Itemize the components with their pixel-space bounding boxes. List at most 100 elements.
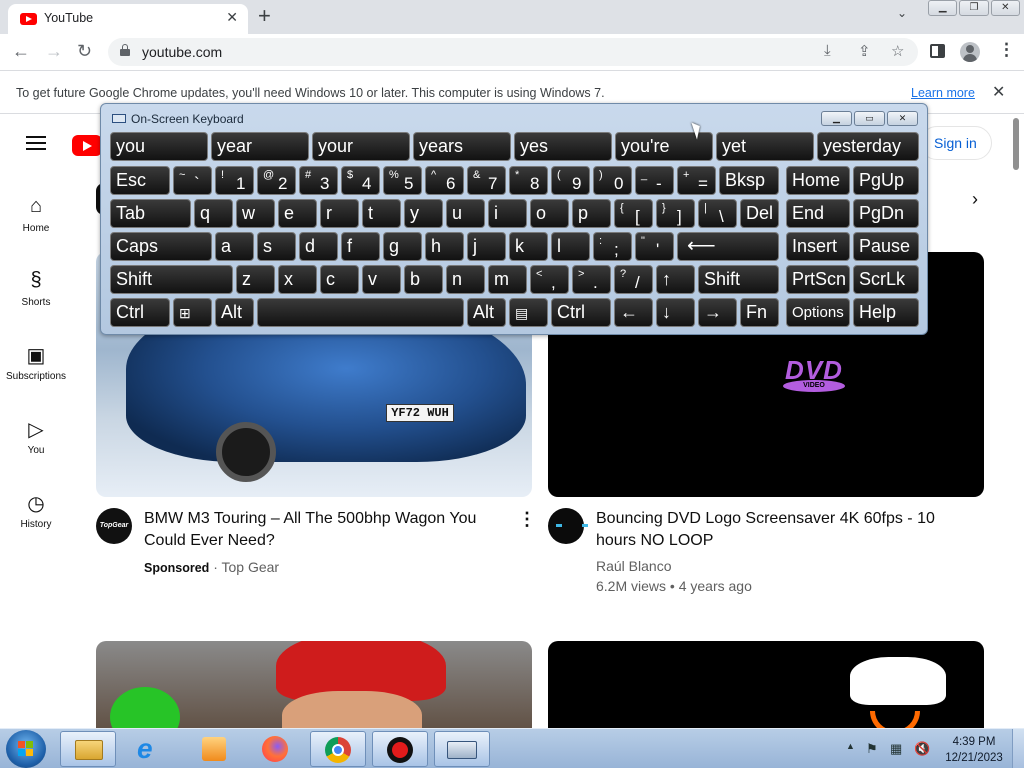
taskbar-on-screen-keyboard[interactable] [434, 731, 490, 767]
restore-icon[interactable]: ❐ [959, 0, 989, 16]
key-y[interactable]: y [404, 199, 443, 228]
key-period[interactable]: >. [572, 265, 611, 294]
key-tilde[interactable]: ~ ` [173, 166, 212, 195]
key-v[interactable]: v [362, 265, 401, 294]
channel-avatar-topgear[interactable]: TopGear [96, 508, 132, 544]
suggestion-key[interactable]: your [312, 132, 410, 161]
key-caps[interactable]: Caps [110, 232, 212, 261]
channel-avatar-raul[interactable] [548, 508, 588, 544]
tab-search-chevron-icon[interactable]: ⌄ [897, 6, 907, 20]
key-end[interactable]: End [786, 199, 850, 228]
key-tab[interactable]: Tab [110, 199, 191, 228]
key-shift-left[interactable]: Shift [110, 265, 233, 294]
suggestion-key[interactable]: year [211, 132, 309, 161]
key-x[interactable]: x [278, 265, 317, 294]
key-s[interactable]: s [257, 232, 296, 261]
youtube-logo[interactable] [72, 135, 102, 156]
suggestion-key[interactable]: you [110, 132, 208, 161]
key-esc[interactable]: Esc [110, 166, 170, 195]
scrollbar[interactable] [1013, 118, 1019, 170]
key-scrlk[interactable]: ScrLk [853, 265, 919, 294]
start-button[interactable] [6, 730, 46, 768]
key-n[interactable]: n [446, 265, 485, 294]
key-semicolon[interactable]: :; [593, 232, 632, 261]
sidebar-item-history[interactable]: ◷ History [0, 491, 72, 530]
key-pause[interactable]: Pause [853, 232, 919, 261]
key-arrow-up[interactable]: ↑ [656, 265, 695, 294]
key-ctrl-right[interactable]: Ctrl [551, 298, 611, 327]
key-home[interactable]: Home [786, 166, 850, 195]
key-bracket-left[interactable]: {[ [614, 199, 653, 228]
lock-icon[interactable] [120, 44, 130, 56]
key-7[interactable]: & 7 [467, 166, 506, 195]
key-backspace[interactable]: Bksp [719, 166, 779, 195]
key-f[interactable]: f [341, 232, 380, 261]
suggestion-key[interactable]: years [413, 132, 511, 161]
key-5[interactable]: % 5 [383, 166, 422, 195]
sign-in-button[interactable]: Sign in [920, 126, 992, 160]
sidebar-item-home[interactable]: ⌂ Home [0, 195, 72, 234]
sidebar-item-subscriptions[interactable]: ▣ Subscriptions [0, 343, 72, 382]
key-0[interactable]: ) 0 [593, 166, 632, 195]
key-pgup[interactable]: PgUp [853, 166, 919, 195]
key-l[interactable]: l [551, 232, 590, 261]
osk-close-icon[interactable]: ✕ [887, 111, 918, 126]
forward-icon[interactable]: → [45, 41, 63, 62]
key-2[interactable]: @2 [257, 166, 296, 195]
key-arrow-right[interactable]: → [698, 298, 737, 327]
hamburger-menu-icon[interactable] [26, 136, 46, 150]
key-w[interactable]: w [236, 199, 275, 228]
key-quote[interactable]: " ' [635, 232, 674, 261]
key-bracket-right[interactable]: }] [656, 199, 695, 228]
key-enter[interactable]: ⟵ [677, 232, 779, 261]
suggestion-key[interactable]: yet [716, 132, 814, 161]
learn-more-link[interactable]: Learn more [911, 86, 975, 100]
minimize-icon[interactable]: ▁ [928, 0, 958, 16]
new-tab-icon[interactable]: + [258, 3, 271, 29]
key-4[interactable]: $4 [341, 166, 380, 195]
key-options[interactable]: Options [786, 298, 850, 327]
key-j[interactable]: j [467, 232, 506, 261]
key-q[interactable]: q [194, 199, 233, 228]
suggestion-key[interactable]: yesterday [817, 132, 919, 161]
video-title[interactable]: BMW M3 Touring – All The 500bhp Wagon Yo… [144, 508, 494, 552]
sidebar-item-shorts[interactable]: § Shorts [0, 269, 72, 308]
key-z[interactable]: z [236, 265, 275, 294]
key-del[interactable]: Del [740, 199, 779, 228]
key-shift-right[interactable]: Shift [698, 265, 779, 294]
tray-expand-icon[interactable]: ▲ [846, 741, 855, 751]
video-thumbnail-4[interactable] [548, 641, 984, 728]
key-backslash[interactable]: | \ [698, 199, 737, 228]
key-fn[interactable]: Fn [740, 298, 779, 327]
key-windows[interactable]: ⊞ [173, 298, 212, 327]
key-h[interactable]: h [425, 232, 464, 261]
key-comma[interactable]: <, [530, 265, 569, 294]
share-icon[interactable]: ⇪ [858, 42, 871, 60]
key-prtscn[interactable]: PrtScn [786, 265, 850, 294]
channel-name[interactable]: Top Gear [222, 559, 280, 575]
show-desktop-button[interactable] [1012, 729, 1024, 768]
taskbar-chrome[interactable] [310, 731, 366, 767]
key-help[interactable]: Help [853, 298, 919, 327]
taskbar-explorer[interactable] [60, 731, 116, 767]
tab-close-icon[interactable]: ✕ [226, 9, 238, 26]
osk-minimize-icon[interactable]: ▁ [821, 111, 852, 126]
key-m[interactable]: m [488, 265, 527, 294]
key-a[interactable]: a [215, 232, 254, 261]
more-actions-icon[interactable]: ⋮ [518, 509, 536, 530]
install-app-icon[interactable]: ⤓ [824, 42, 831, 59]
chevron-right-icon[interactable]: › [972, 189, 978, 210]
key-8[interactable]: * 8 [509, 166, 548, 195]
key-e[interactable]: e [278, 199, 317, 228]
key-ctrl-left[interactable]: Ctrl [110, 298, 170, 327]
key-r[interactable]: r [320, 199, 359, 228]
window-close-icon[interactable]: ✕ [990, 0, 1020, 16]
key-arrow-left[interactable]: ← [614, 298, 653, 327]
key-9[interactable]: (9 [551, 166, 590, 195]
taskbar-internet-explorer[interactable]: e [124, 731, 180, 767]
infobar-close-icon[interactable]: ✕ [992, 82, 1005, 102]
key-menu[interactable]: ▤ [509, 298, 548, 327]
key-u[interactable]: u [446, 199, 485, 228]
key-3[interactable]: #3 [299, 166, 338, 195]
key-k[interactable]: k [509, 232, 548, 261]
